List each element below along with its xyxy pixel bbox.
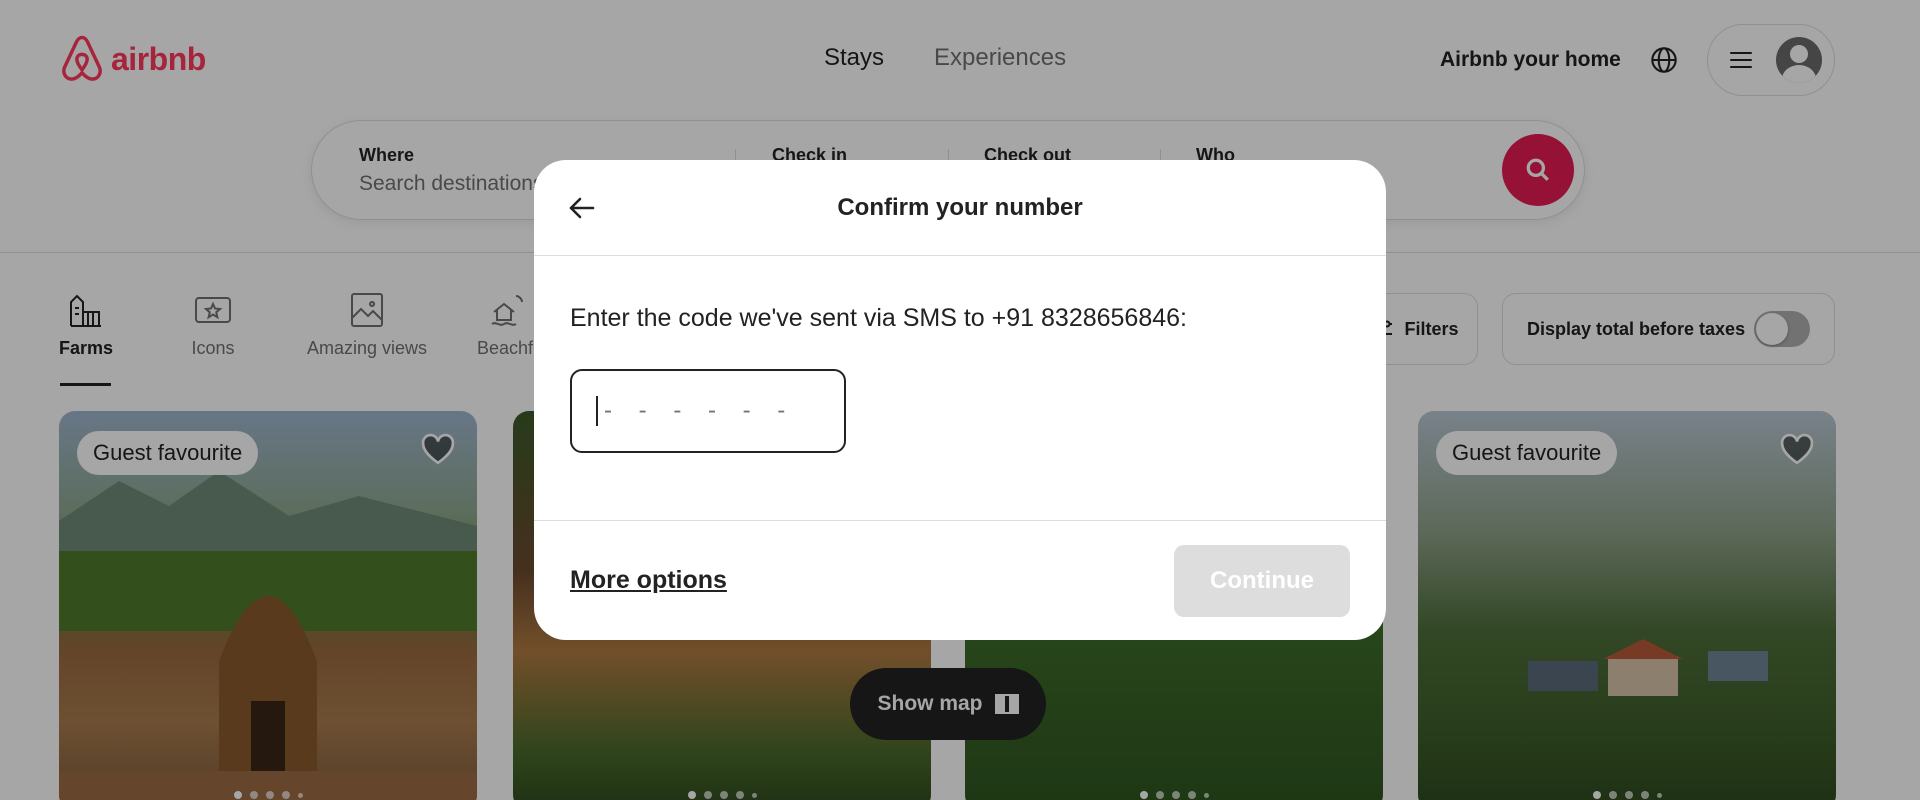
back-button[interactable] [566, 192, 598, 224]
verification-code-field[interactable] [570, 369, 846, 453]
arrow-left-icon [569, 197, 595, 219]
sms-code-message: Enter the code we've sent via SMS to +91… [570, 304, 1187, 332]
modal-body: Enter the code we've sent via SMS to +91… [534, 256, 1386, 520]
modal-header: Confirm your number [534, 160, 1386, 256]
verification-code-input[interactable] [604, 397, 834, 425]
modal-title: Confirm your number [837, 193, 1083, 221]
modal-footer: More options Continue [534, 520, 1386, 640]
text-caret [596, 396, 598, 426]
confirm-number-modal: Confirm your number Enter the code we've… [534, 160, 1386, 640]
continue-button[interactable]: Continue [1174, 544, 1350, 617]
more-options-link[interactable]: More options [570, 566, 727, 595]
